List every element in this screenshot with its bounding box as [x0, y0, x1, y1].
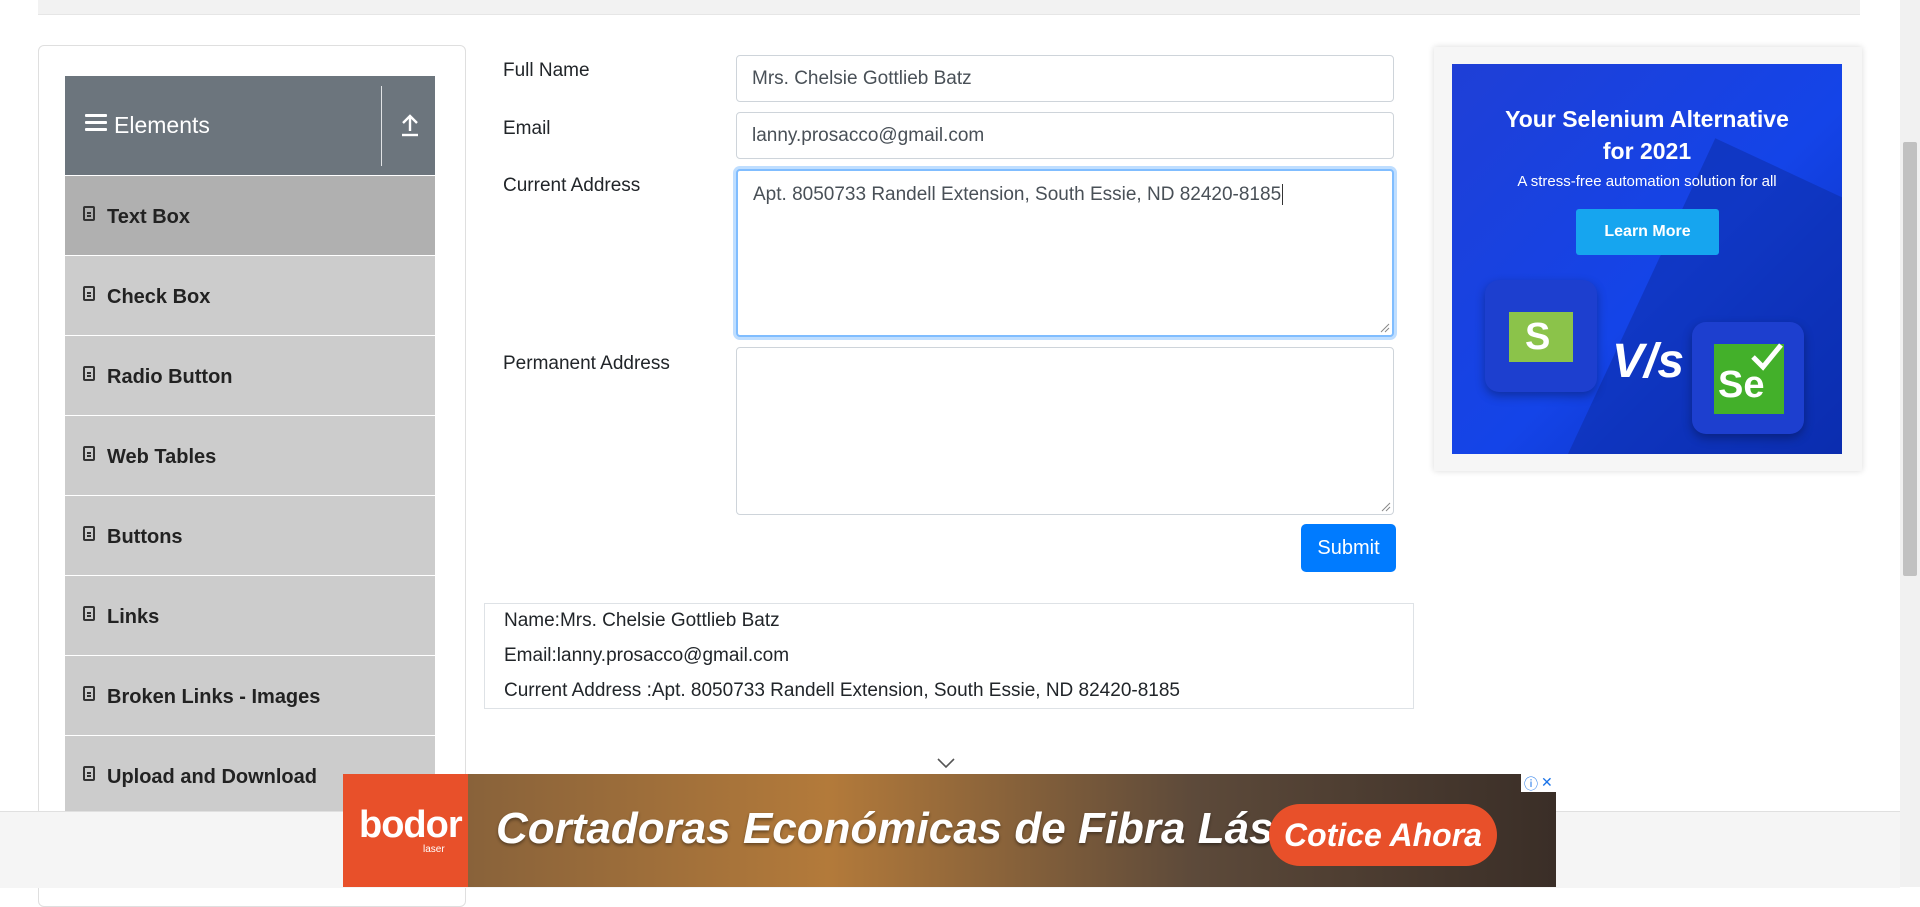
output-name: Name:Mrs. Chelsie Gottlieb Batz — [504, 610, 780, 631]
sidebar-item-label: Web Tables — [107, 446, 217, 468]
html5-icon — [83, 526, 95, 541]
sidebar-item-text-box[interactable]: Text Box — [65, 175, 435, 255]
checkmark-icon — [1751, 343, 1783, 371]
full-name-input[interactable]: Mrs. Chelsie Gottlieb Batz — [736, 55, 1394, 102]
output-current-address: Current Address :Apt. 8050733 Randell Ex… — [504, 680, 1180, 701]
selenium-logo: Se — [1692, 322, 1804, 434]
sidebar-item-label: Upload and Download — [107, 766, 317, 788]
brand-sub: laser — [423, 844, 445, 855]
close-icon[interactable]: ✕ — [1541, 774, 1553, 791]
header-divider — [381, 86, 382, 166]
html5-icon — [83, 206, 95, 221]
html5-icon — [83, 366, 95, 381]
ad-learn-more-button[interactable]: Learn More — [1576, 209, 1719, 255]
sidebar-item-web-tables[interactable]: Web Tables — [65, 415, 435, 495]
sidebar-item-label: Text Box — [107, 206, 190, 228]
sidebar-item-radio-button[interactable]: Radio Button — [65, 335, 435, 415]
sidebar-item-label: Links — [107, 606, 160, 628]
permanent-address-label: Permanent Address — [503, 353, 670, 374]
text-cursor — [1282, 184, 1284, 205]
katalon-logo-letter: S — [1525, 316, 1551, 358]
ad-headline-1: Your Selenium Alternative — [1505, 106, 1789, 132]
email-label: Email — [503, 118, 551, 139]
elements-menu: Text Box Check Box Radio Button Web Tabl… — [65, 175, 435, 815]
top-banner-strip — [38, 0, 1860, 15]
email-input[interactable]: lanny.prosacco@gmail.com — [736, 112, 1394, 159]
sidebar-item-label: Check Box — [107, 286, 211, 308]
ad-subtext: A stress-free automation solution for al… — [1517, 173, 1777, 190]
sidebar-item-broken-links[interactable]: Broken Links - Images — [65, 655, 435, 735]
html5-icon — [83, 446, 95, 461]
ad-info-icon[interactable]: ⓘ — [1524, 774, 1538, 794]
submit-button[interactable]: Submit — [1301, 524, 1396, 572]
sidebar-item-links[interactable]: Links — [65, 575, 435, 655]
ad-bottom-headline: Cortadoras Económicas de Fibra Láser — [496, 804, 1316, 853]
ad-choices-controls[interactable]: ⓘ ✕ — [1521, 774, 1556, 792]
hamburger-icon — [85, 114, 107, 132]
bodor-logo: bodor laser — [343, 774, 468, 887]
brand-name: bodor — [359, 804, 463, 846]
ad-creative: Your Selenium Alternative for 2021 A str… — [1452, 64, 1842, 454]
ad-selenium-alternative[interactable]: Your Selenium Alternative for 2021 A str… — [1434, 47, 1862, 471]
katalon-logo: S — [1485, 280, 1597, 392]
html5-icon — [83, 606, 95, 621]
sidebar-item-buttons[interactable]: Buttons — [65, 495, 435, 575]
sidebar-item-label: Radio Button — [107, 366, 233, 388]
output-panel: Name:Mrs. Chelsie Gottlieb Batz Email:la… — [484, 603, 1414, 709]
full-name-label: Full Name — [503, 60, 590, 81]
output-email: Email:lanny.prosacco@gmail.com — [504, 645, 790, 666]
page-scrollbar[interactable] — [1900, 0, 1920, 887]
sidebar-item-label: Broken Links - Images — [107, 686, 321, 708]
elements-group-header[interactable]: Elements — [65, 76, 435, 175]
html5-icon — [83, 286, 95, 301]
permanent-address-textarea[interactable] — [736, 347, 1394, 515]
ad-vs-text: V/s — [1612, 335, 1685, 388]
html5-icon — [83, 686, 95, 701]
group-title: Elements — [114, 112, 210, 138]
sidebar-item-label: Buttons — [107, 526, 183, 548]
chevron-down-icon[interactable] — [937, 757, 955, 769]
current-address-textarea[interactable]: Apt. 8050733 Randell Extension, South Es… — [736, 169, 1394, 337]
collapse-up-icon[interactable] — [398, 112, 422, 138]
html5-icon — [83, 766, 95, 781]
scrollbar-thumb[interactable] — [1903, 142, 1917, 576]
sidebar-item-check-box[interactable]: Check Box — [65, 255, 435, 335]
ad-headline-2: for 2021 — [1602, 138, 1692, 164]
resize-handle-icon[interactable] — [1381, 502, 1391, 512]
current-address-label: Current Address — [503, 175, 641, 196]
ad-cta-button[interactable]: Cotice Ahora — [1269, 804, 1497, 866]
current-address-value: Apt. 8050733 Randell Extension, South Es… — [753, 184, 1282, 205]
ad-bodor-banner[interactable]: bodor laser Cortadoras Económicas de Fib… — [343, 774, 1556, 887]
resize-handle-icon[interactable] — [1380, 323, 1390, 333]
